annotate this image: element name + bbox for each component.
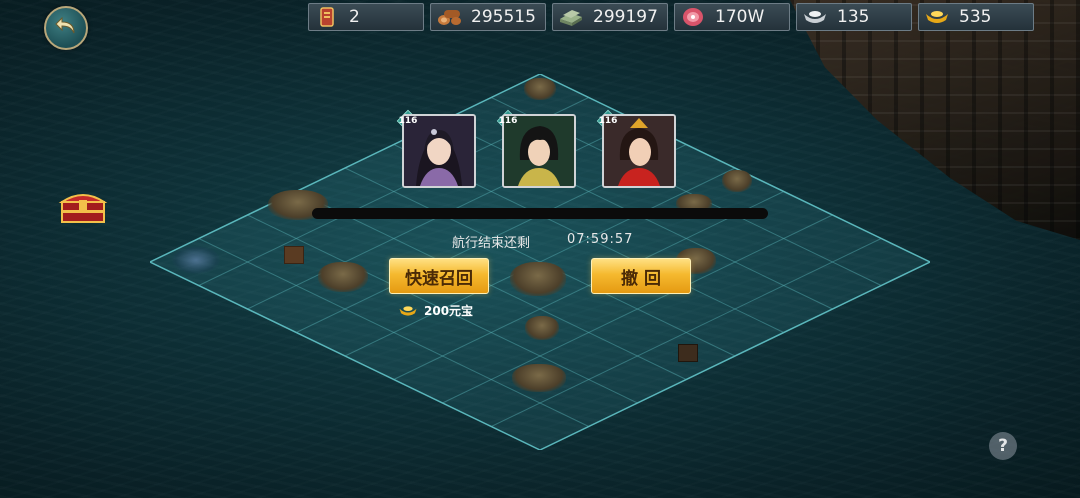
resource-silver[interactable]: 135 <box>796 3 912 31</box>
back-arrow-icon <box>54 15 78 41</box>
gold-ingot-icon <box>923 5 951 29</box>
sunken-ship-tile[interactable] <box>525 316 559 340</box>
help-button[interactable]: ? <box>989 432 1017 460</box>
resource-value: 299197 <box>593 7 658 27</box>
resource-scroll[interactable]: 2 <box>308 3 424 31</box>
cost-text: 200元宝 <box>424 304 474 318</box>
quick-recall-button[interactable]: 快速召回 <box>389 258 489 294</box>
treasure-chest-icon <box>58 186 108 230</box>
island-tile[interactable] <box>722 170 752 192</box>
resource-meat[interactable]: 170W <box>674 3 790 31</box>
resource-value: 295515 <box>471 7 536 27</box>
whirlpool-tile[interactable] <box>172 246 220 274</box>
voyage-timer-value: 07:59:57 <box>567 232 634 247</box>
withdraw-button[interactable]: 撤 回 <box>591 258 691 294</box>
help-icon: ? <box>998 436 1008 456</box>
hero-level-badge: 116 <box>597 110 619 132</box>
resource-value: 170W <box>715 7 765 27</box>
stone-icon <box>557 5 585 29</box>
voyage-progress-bar <box>312 208 768 219</box>
wood-icon <box>435 5 463 29</box>
scroll-icon <box>313 5 341 29</box>
island-tile[interactable] <box>510 262 566 296</box>
meat-icon <box>679 5 707 29</box>
treasure-box-tile[interactable] <box>284 246 304 264</box>
resource-stone[interactable]: 299197 <box>552 3 668 31</box>
wooden-box-tile[interactable] <box>678 344 698 362</box>
resource-wood[interactable]: 295515 <box>430 3 546 31</box>
voyage-timer-label: 航行结束还剩 <box>452 236 531 251</box>
treasure-chest-button[interactable] <box>58 188 108 228</box>
resource-gold-ingot[interactable]: 535 <box>918 3 1034 31</box>
resource-value: 2 <box>349 7 360 27</box>
hero-level-badge: 116 <box>397 110 419 132</box>
hero-level-badge: 116 <box>497 110 519 132</box>
resource-value: 135 <box>837 7 870 27</box>
back-button[interactable] <box>44 6 88 50</box>
shipwreck-tile[interactable] <box>318 262 368 292</box>
gold-ingot-icon <box>398 304 418 318</box>
resource-value: 535 <box>959 7 992 27</box>
quick-recall-cost: 200元宝 <box>398 302 473 319</box>
island-tile[interactable] <box>524 78 556 100</box>
shipwreck-tile[interactable] <box>512 364 566 392</box>
silver-icon <box>801 5 829 29</box>
